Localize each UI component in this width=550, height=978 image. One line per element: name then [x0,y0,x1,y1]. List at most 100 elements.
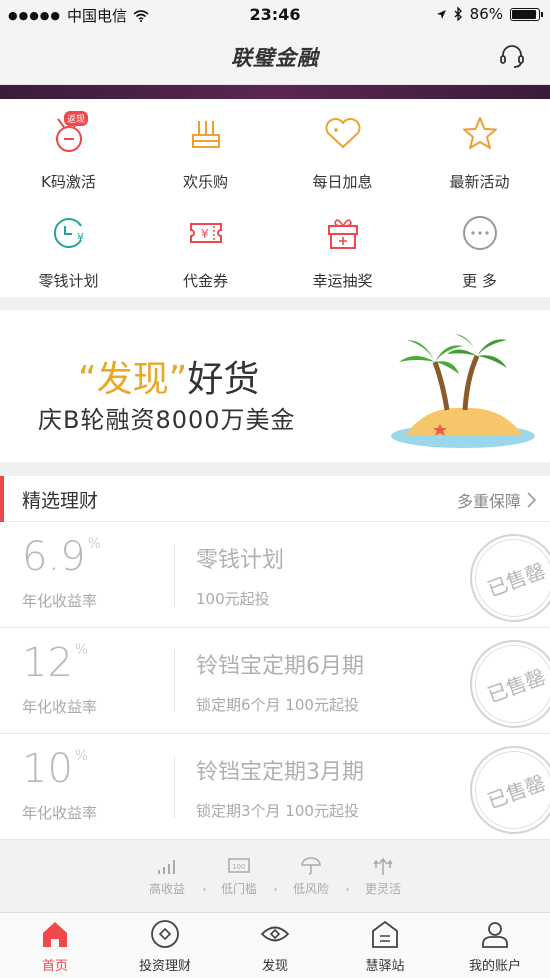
section-accent-bar [0,476,4,522]
section-title: 精选理财 [22,490,99,512]
more-icon [463,216,497,250]
battery-percent: 86% [469,5,503,23]
tab-label: 慧驿站 [365,959,405,974]
promo-quote-close: ” [168,359,188,400]
product-card[interactable]: 12% 年化收益率 铃铛宝定期6月期 锁定期6个月 100元起投 已售罄 [0,628,550,734]
bluetooth-icon [454,7,462,21]
sold-out-stamp: 已售罄 [470,640,550,728]
rate-value: 6.9 [22,534,86,580]
tab-label: 我的账户 [468,959,521,974]
shopping-bag-icon [192,121,220,148]
app-title: 联璧金融 [231,46,319,70]
chevron-right-icon [527,492,536,508]
user-icon [482,922,508,948]
sold-out-stamp: 已售罄 [470,746,550,834]
feature-high-yield: 高收益 [132,856,202,897]
star-icon [463,117,497,149]
promo-suffix: 好货 [187,359,260,400]
promo-subtitle: 庆B轮融资8000万美金 [38,406,296,434]
island-illustration [391,334,535,448]
tab-discover[interactable]: 发现 [220,919,330,974]
divider [174,650,175,712]
banner-strip[interactable] [0,85,550,99]
sold-out-text: 已售罄 [484,558,549,602]
rate-unit: % [87,536,101,552]
bar-chart-icon [158,860,175,874]
tab-home[interactable]: 首页 [0,919,110,974]
gift-icon [328,219,358,249]
product-desc: 锁定期3个月 100元起投 [196,802,359,820]
location-arrow-icon [436,9,446,19]
quick-label: 代金券 [182,272,228,290]
quick-item-activities[interactable]: 最新活动 [411,99,548,198]
quick-item-more[interactable]: 更 多 [411,198,548,297]
feature-label: 更灵活 [364,882,401,896]
feature-label: 低门槛 [220,882,257,896]
quick-label: K码激活 [41,173,96,191]
rate-label: 年化收益率 [22,804,98,822]
feature-low-risk: 低风险 [276,856,346,897]
quick-item-k-code[interactable]: 返现 K码激活 [0,99,137,198]
section-header: 精选理财 多重保障 [0,476,550,522]
promo-highlight: 发现 [96,359,169,400]
station-icon [372,920,398,948]
banknote-icon: 100 [228,858,250,873]
tab-label: 投资理财 [138,959,191,974]
quick-label: 每日加息 [312,173,373,191]
battery-icon [510,7,543,21]
section-more-link[interactable]: 多重保障 [457,488,536,512]
tab-label: 首页 [41,959,68,974]
promo-banner[interactable]: “发现”好货 庆B轮融资8000万美金 [0,310,550,462]
product-rate: 12% [22,640,88,686]
product-desc: 锁定期6个月 100元起投 [196,696,359,714]
clock-yuan-icon: ¥ [53,218,84,248]
quick-item-daily-bonus[interactable]: 每日加息 [274,99,411,198]
product-rate: 6.9% [22,534,101,580]
status-bar: ●●●●● 中国电信 23:46 86% [0,0,550,30]
rate-value: 10 [22,746,73,792]
promo-quote-open: “ [78,359,97,400]
quick-label: 零钱计划 [38,272,99,290]
product-card[interactable]: 10% 年化收益率 铃铛宝定期3月期 锁定期3个月 100元起投 已售罄 [0,734,550,840]
feature-label: 低风险 [292,882,329,896]
rate-value: 12 [22,640,73,686]
quick-menu: 返现 K码激活 欢乐购 每日加息 最新活动 ¥ 零钱计划 ¥ 代金券 幸运抽奖 … [0,99,550,297]
tab-account[interactable]: 我的账户 [440,919,550,974]
quick-item-happy-buy[interactable]: 欢乐购 [137,99,274,198]
battery-fill [512,9,537,19]
product-name: 铃铛宝定期6月期 [196,654,364,679]
svg-text:¥: ¥ [201,227,209,241]
rate-label: 年化收益率 [22,592,98,610]
quick-label: 欢乐购 [182,173,228,191]
headset-icon[interactable] [498,42,526,70]
divider [174,756,175,818]
feature-flexible: 更灵活 [348,856,418,897]
quick-item-change-plan[interactable]: ¥ 零钱计划 [0,198,137,297]
svg-text:100: 100 [232,863,245,871]
promo-headline: “发现”好货 [78,350,259,402]
features-strip: 高收益 100 低门槛 低风险 更灵活 [0,842,550,912]
arrows-icon [373,857,393,875]
tab-station[interactable]: 慧驿站 [330,919,440,974]
product-name: 铃铛宝定期3月期 [196,760,364,785]
divider [174,544,175,606]
status-right: 86% [436,5,543,23]
product-card[interactable]: 6.9% 年化收益率 零钱计划 100元起投 已售罄 [0,522,550,628]
home-icon [43,922,67,947]
quick-item-lucky-draw[interactable]: 幸运抽奖 [274,198,411,297]
umbrella-icon [301,857,321,875]
tab-invest[interactable]: 投资理财 [110,919,220,974]
voucher-icon: ¥ [190,223,222,243]
quick-item-voucher[interactable]: ¥ 代金券 [137,198,274,297]
quick-label: 更 多 [462,272,497,290]
cashback-badge: 返现 [64,111,89,126]
rate-label: 年化收益率 [22,698,98,716]
quick-label: 最新活动 [449,173,510,191]
product-desc: 100元起投 [196,590,270,608]
sold-out-text: 已售罄 [484,664,549,708]
product-rate: 10% [22,746,88,792]
feature-low-threshold: 100 低门槛 [204,856,274,897]
invest-icon [151,920,179,948]
tab-bar: 首页 投资理财 发现 慧驿站 我的账户 [0,912,550,978]
section-more-label: 多重保障 [456,492,521,511]
